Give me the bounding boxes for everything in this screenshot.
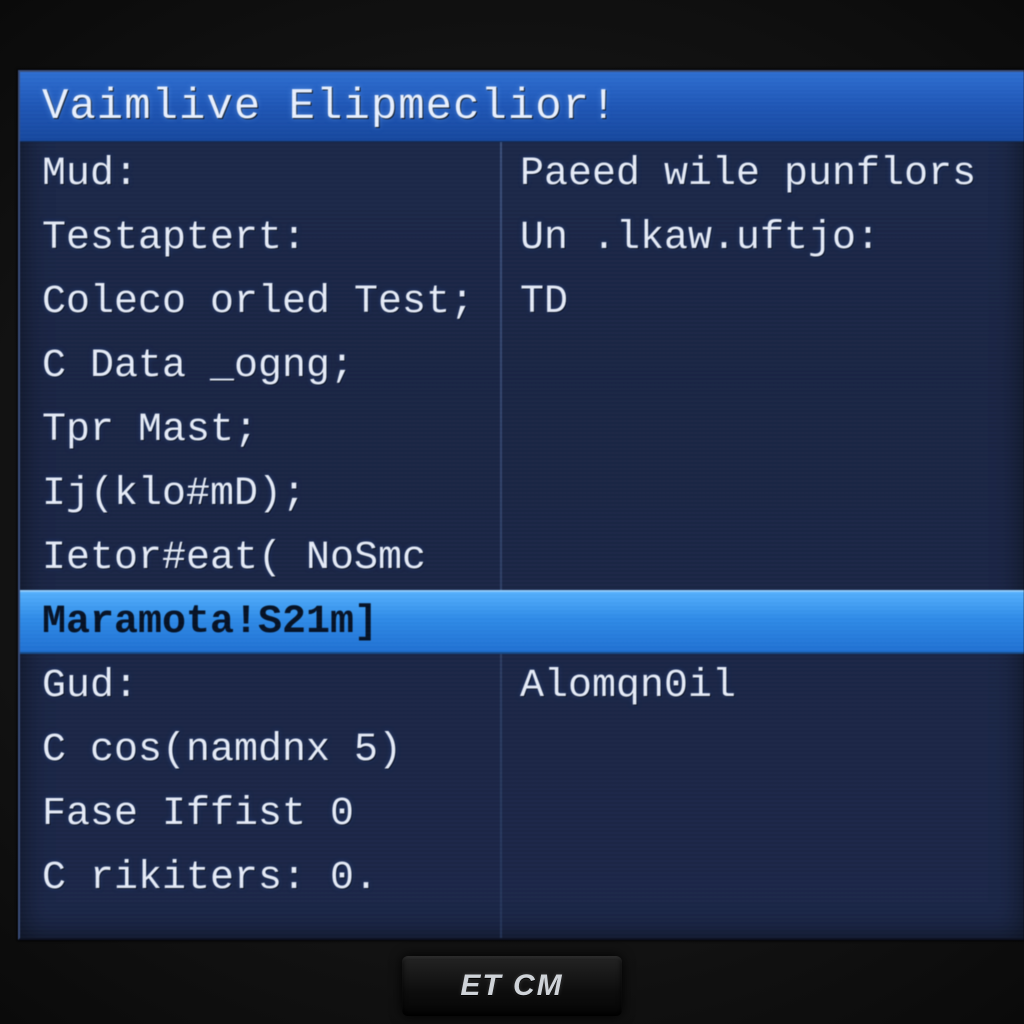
monitor-brand-text: ET CM [460,969,563,1003]
menu-item[interactable]: Fase Iffist 0 [20,782,1024,846]
menu-item-selected[interactable]: Maramota!S21m] [20,590,1024,654]
menu-item-value: Alomqn0il [520,664,736,709]
screen: Vaimlive Elipmeclior! Mud: Paeed wile pu… [18,70,1024,940]
menu-item[interactable]: Mud: Paeed wile punflors [20,142,1024,206]
menu-item-value: Un .lkaw.uftjo: [520,216,880,261]
menu-item-value: Paeed wile punflors [520,152,976,197]
menu-item-label: Testaptert: [42,216,306,261]
menu-item[interactable]: Gud: Alomqn0il [20,654,1024,718]
menu-item[interactable]: C cos(namdnx 5) [20,718,1024,782]
menu-item[interactable]: C rikiters: 0. [20,846,1024,910]
menu-item-label: C rikiters: 0. [42,856,378,901]
menu-item[interactable]: Ij(klo#mD); [20,462,1024,526]
menu-item[interactable]: Coleco orled Test; TD [20,270,1024,334]
menu-item[interactable]: Tpr Mast; [20,398,1024,462]
menu-item-label: Coleco orled Test; [42,280,474,325]
menu-item-label: Mud: [42,152,138,197]
menu-item-label: Gud: [42,664,138,709]
menu-item-label: Fase Iffist 0 [42,792,354,837]
monitor-photo: Vaimlive Elipmeclior! Mud: Paeed wile pu… [0,0,1024,1024]
menu-item-label: Tpr Mast; [42,408,258,453]
menu-item[interactable]: Ietor#eat( NoSmc [20,526,1024,590]
menu-item-label: Ij(klo#mD); [42,472,306,517]
menu-item-label: Ietor#eat( NoSmc [42,536,426,581]
menu-item-value: TD [520,280,568,325]
menu-item[interactable]: Testaptert: Un .lkaw.uftjo: [20,206,1024,270]
menu-item-label: C cos(namdnx 5) [42,728,402,773]
menu-item-label: Maramota!S21m] [42,600,378,645]
monitor-brand-badge: ET CM [402,956,622,1016]
menu-item-label: C Data _ogng; [42,344,354,389]
window-title: Vaimlive Elipmeclior! [20,72,1024,142]
menu-item[interactable]: C Data _ogng; [20,334,1024,398]
